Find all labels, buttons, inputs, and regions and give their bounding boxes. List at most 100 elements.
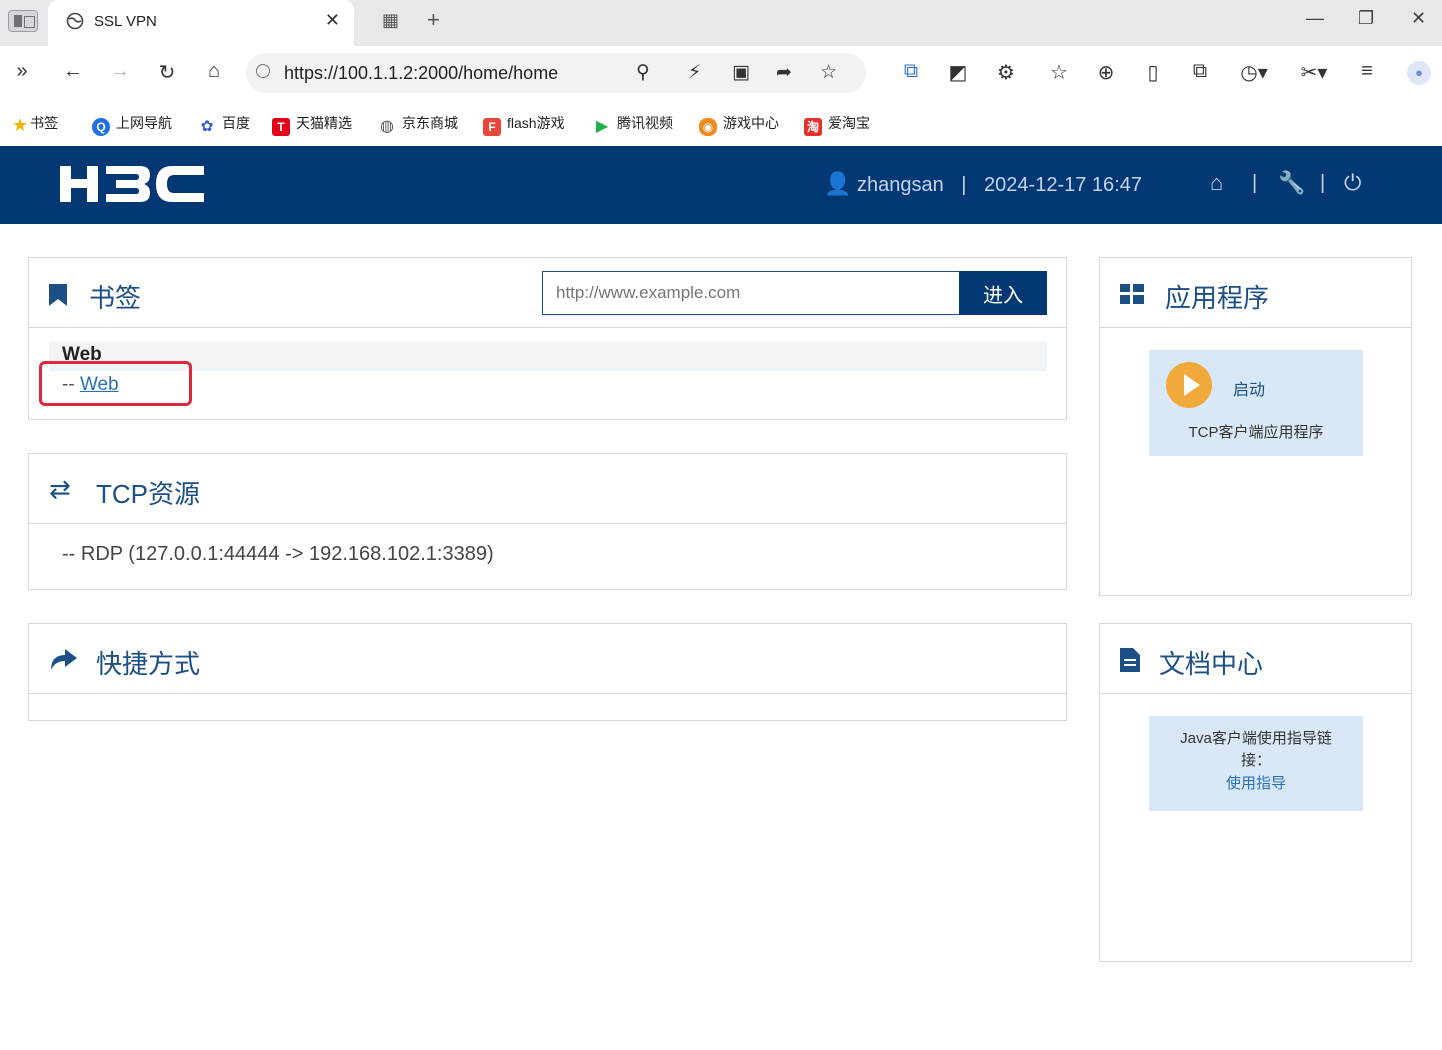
close-tab-icon[interactable]: ✕ (325, 10, 340, 31)
launch-label[interactable]: 启动 (1233, 376, 1265, 400)
stock-chart-icon[interactable]: ◩ (946, 60, 970, 85)
home-icon[interactable]: ⌂ (202, 60, 226, 83)
guide-text: Java客户端使用指导链接： (1180, 730, 1332, 769)
web-bookmark-link[interactable]: Web (80, 374, 119, 395)
extensions-icon[interactable]: ⚙ (994, 60, 1018, 85)
minimize-icon[interactable]: — (1306, 8, 1324, 29)
wrench-icon[interactable]: 🔧 (1278, 170, 1305, 196)
panel-title: 应用程序 (1165, 283, 1270, 313)
document-icon (1120, 648, 1140, 672)
bookmark-item[interactable]: ▶ 腾讯视频 (593, 113, 673, 136)
globe-icon: ◍ (380, 118, 394, 135)
separator: | (1252, 172, 1258, 194)
window-icon[interactable]: ⧉ (1188, 60, 1212, 83)
back-icon[interactable]: ← (61, 60, 85, 83)
forward-icon[interactable]: → (108, 60, 132, 83)
applications-panel: 应用程序 启动 TCP客户端应用程序 (1099, 257, 1412, 596)
panel-header: ⇄ TCP资源 (29, 454, 1066, 524)
app-name: TCP客户端应用程序 (1188, 424, 1324, 441)
sidebar-toggle-icon[interactable] (8, 10, 38, 32)
tab-title: SSL VPN (94, 13, 157, 30)
menu-icon[interactable]: ≡ (1355, 60, 1379, 83)
search-icon (256, 64, 270, 78)
panel-title: 书签 (89, 283, 142, 313)
panel-header: 应用程序 (1100, 258, 1411, 328)
panel-header: 快捷方式 (29, 624, 1066, 694)
share-icon[interactable]: ➦ (776, 61, 792, 84)
translate-icon[interactable]: ⧉ (899, 60, 923, 83)
url-input[interactable] (542, 271, 960, 315)
bookmark-item[interactable]: ✿ 百度 (198, 113, 250, 136)
key-icon[interactable]: ⚲ (636, 61, 650, 84)
profile-avatar-icon[interactable]: ● (1407, 61, 1431, 85)
address-bar[interactable]: https://100.1.1.2:2000/home/home ⚲ ⚡ ▣ ➦… (246, 53, 866, 93)
link-prefix: -- (62, 374, 80, 395)
bookmark-item[interactable]: ◉ 游戏中心 (699, 113, 779, 136)
q-icon: Q (92, 118, 110, 136)
restore-icon[interactable]: ❐ (1358, 8, 1374, 29)
bookmark-item[interactable]: ◍ 京东商城 (378, 113, 458, 136)
bookmark-link-row: -- Web (62, 374, 119, 396)
separator: | (1320, 172, 1326, 194)
h3c-logo (60, 166, 204, 202)
bookmark-icon (49, 284, 67, 306)
flash-game-icon: F (483, 118, 501, 136)
baidu-paw-icon: ✿ (200, 118, 214, 135)
share-arrow-icon (51, 649, 77, 670)
lightning-icon[interactable]: ⚡ (688, 61, 701, 84)
window-close-icon[interactable]: ✕ (1411, 8, 1426, 29)
bookmark-item[interactable]: Fflash游戏 (483, 113, 565, 136)
cut-icon[interactable]: ✂▾ (1296, 60, 1332, 85)
app-card[interactable]: 启动 TCP客户端应用程序 (1149, 350, 1363, 456)
exchange-arrows-icon: ⇄ (49, 474, 71, 504)
doc-card: Java客户端使用指导链接： 使用指导 (1149, 716, 1363, 811)
download-icon[interactable]: ⊕ (1094, 60, 1118, 85)
tcp-resource-item[interactable]: -- RDP (127.0.0.1:44444 -> 192.168.102.1… (62, 543, 494, 566)
home-icon[interactable]: ⌂ (1210, 170, 1223, 196)
address-text[interactable]: https://100.1.1.2:2000/home/home (284, 63, 580, 84)
tmall-icon: T (272, 118, 290, 136)
panel-title: 文档中心 (1159, 649, 1264, 679)
gamepad-icon: ◉ (699, 118, 717, 136)
bookmarks-panel: 书签 进入 Web -- Web (28, 257, 1067, 420)
bookmark-item[interactable]: 淘爱淘宝 (804, 113, 870, 136)
globe-icon (66, 12, 84, 30)
play-icon[interactable] (1166, 362, 1212, 408)
app-header: 👤 zhangsan | 2024-12-17 16:47 ⌂ | 🔧 | ⏻ (0, 146, 1442, 224)
panel-header: 书签 进入 (29, 258, 1066, 328)
shortcuts-panel: 快捷方式 (28, 623, 1067, 721)
grid-icon (1120, 284, 1144, 304)
tab-grid-icon[interactable]: ▦ (382, 10, 399, 31)
separator: | (961, 174, 967, 196)
phone-icon[interactable]: ▯ (1141, 60, 1165, 85)
new-tab-icon[interactable]: + (427, 7, 440, 33)
history-icon[interactable]: ◷▾ (1236, 60, 1272, 85)
favorites-icon[interactable]: ☆ (1047, 60, 1071, 85)
panel-title: TCP资源 (96, 479, 201, 509)
star-icon: ★ (12, 115, 29, 135)
browser-nav-bar: » ← → ↻ ⌂ https://100.1.1.2:2000/home/ho… (0, 46, 1442, 100)
panel-title: 快捷方式 (96, 649, 201, 679)
tcp-resources-panel: ⇄ TCP资源 -- RDP (127.0.0.1:44444 -> 192.1… (28, 453, 1067, 590)
expand-icon[interactable]: » (10, 60, 34, 83)
user-icon: 👤 (824, 171, 852, 196)
go-button[interactable]: 进入 (959, 271, 1047, 315)
bookmark-star-icon[interactable]: ☆ (820, 61, 837, 84)
browser-tab[interactable]: SSL VPN ✕ (48, 0, 354, 46)
browser-tab-bar: SSL VPN ✕ ▦ + — ❐ ✕ (0, 0, 1442, 46)
user-info: 👤 zhangsan | 2024-12-17 16:47 (824, 171, 1142, 197)
reload-icon[interactable]: ↻ (155, 60, 179, 85)
bookmark-item[interactable]: ★ 书签 (12, 113, 58, 134)
bookmark-item[interactable]: T 天猫精选 (272, 113, 352, 136)
guide-link[interactable]: 使用指导 (1149, 772, 1363, 793)
power-icon[interactable]: ⏻ (1344, 170, 1361, 196)
documents-panel: 文档中心 Java客户端使用指导链接： 使用指导 (1099, 623, 1412, 962)
bookmark-item[interactable]: Q 上网导航 (92, 113, 172, 136)
bookmark-group-header: Web (49, 342, 1047, 371)
screenshot-icon[interactable]: ▣ (732, 61, 750, 84)
taobao-icon: 淘 (804, 118, 822, 136)
panel-header: 文档中心 (1100, 624, 1411, 694)
tencent-video-icon: ▶ (595, 118, 609, 135)
username: zhangsan (856, 174, 944, 196)
datetime: 2024-12-17 16:47 (984, 174, 1142, 196)
